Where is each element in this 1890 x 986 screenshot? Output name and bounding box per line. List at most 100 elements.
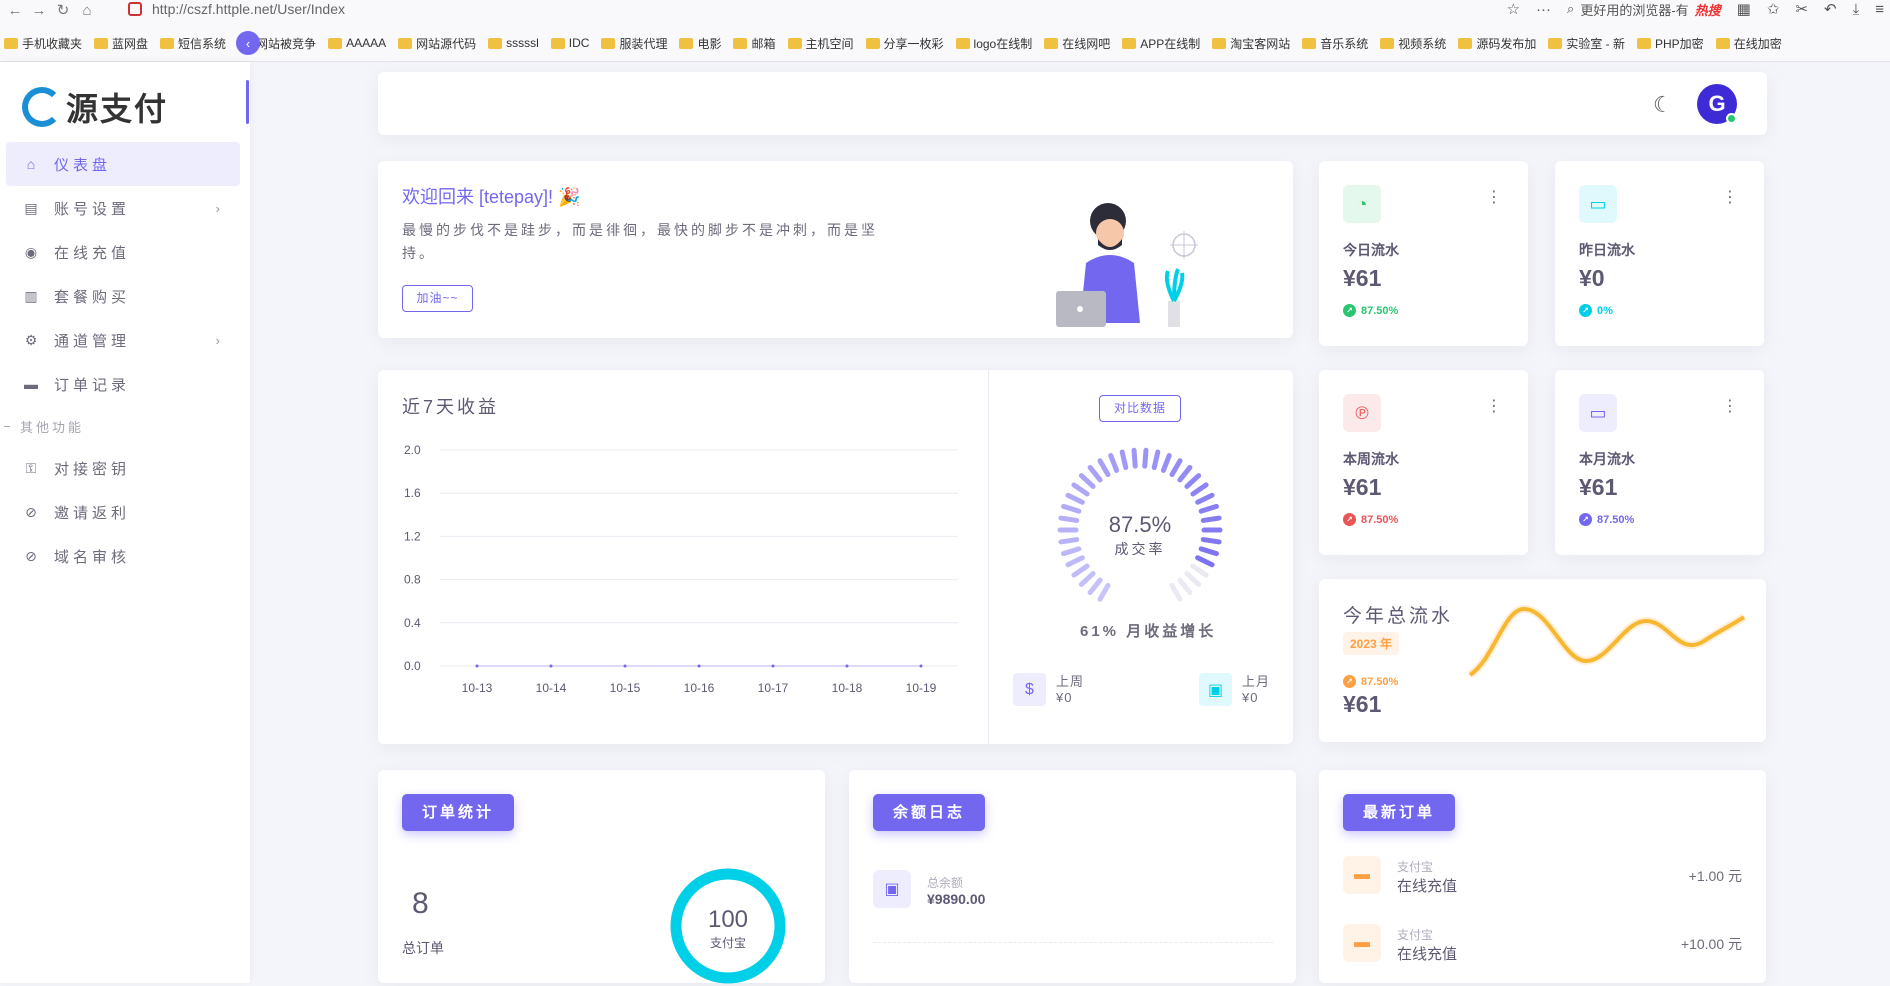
more-vertical-icon[interactable]: ⋮: [1722, 187, 1738, 207]
bookmark-item[interactable]: 手机收藏夹: [4, 35, 82, 52]
bookmark-item[interactable]: 实验室 - 新: [1548, 35, 1625, 52]
folder-icon: [94, 37, 109, 49]
camera-icon: ◉: [24, 243, 42, 260]
bookmark-item[interactable]: 视频系统: [1380, 35, 1446, 52]
bookmark-item[interactable]: APP在线制: [1122, 35, 1200, 52]
stat-label: 本周流水: [1343, 451, 1399, 467]
user-card-icon: ▤: [24, 199, 42, 216]
bookmark-item[interactable]: IDC: [550, 36, 589, 50]
cheer-button[interactable]: 加油~~: [402, 285, 473, 312]
download-icon[interactable]: ⤓: [1853, 1, 1860, 18]
sidebar-item[interactable]: ▬ 订单记录: [0, 362, 250, 406]
reload-icon[interactable]: ↻: [54, 1, 72, 19]
bookmark-item[interactable]: 电影: [679, 35, 721, 52]
bookmark-item[interactable]: 蓝网盘: [94, 35, 148, 52]
x-tick-label: 10-13: [462, 681, 493, 695]
back-icon[interactable]: ←: [6, 1, 24, 19]
browser-chrome: ← → ↻ ⌂ http://cszf.httple.net/User/Inde…: [0, 0, 1890, 62]
logo[interactable]: 源支付: [22, 84, 168, 130]
card-icon: ▬: [1343, 856, 1381, 894]
bookmark-item[interactable]: logo在线制: [955, 35, 1032, 52]
address-row: ← → ↻ ⌂ http://cszf.httple.net/User/Inde…: [0, 0, 1890, 20]
folder-icon: [865, 37, 880, 49]
order-amount: +10.00 元: [1680, 936, 1742, 952]
star-icon[interactable]: ☆: [1507, 0, 1520, 18]
folder-icon: [550, 37, 565, 49]
sidebar-item-label: 订单记录: [54, 376, 131, 394]
balance-value: ¥9890.00: [927, 891, 986, 907]
order-sub: 支付宝: [1397, 928, 1434, 942]
gauge-segment: [1142, 447, 1149, 469]
bookmark-item[interactable]: 在线加密: [1715, 35, 1782, 52]
stat-card: ◔ ⋮ 今日流水 ¥61 ↗ 87.50%: [1319, 161, 1528, 346]
forward-icon[interactable]: →: [30, 1, 48, 19]
gauge-segment: [1177, 464, 1193, 483]
link-icon: ⊘: [25, 503, 41, 520]
gauge-segment: [1058, 515, 1080, 523]
avatar[interactable]: G: [1697, 84, 1737, 124]
home-icon[interactable]: ⌂: [78, 1, 96, 19]
bookmark-item[interactable]: 淘宝客网站: [1212, 35, 1290, 52]
undo-icon[interactable]: ↶: [1824, 0, 1837, 18]
bookmark-item[interactable]: 网站源代码: [398, 35, 476, 52]
bookmark-item[interactable]: 服装代理: [601, 35, 667, 52]
favorites-icon[interactable]: ✩: [1767, 0, 1780, 18]
bookmark-label: PHP加密: [1655, 36, 1704, 51]
more-icon[interactable]: ···: [1536, 1, 1551, 18]
sidebar-item[interactable]: ⚙ 通道管理 ›: [0, 318, 250, 362]
stat-icon: ▭: [1579, 394, 1617, 432]
online-status-dot: [1726, 113, 1737, 124]
sidebar-item-label: 通道管理: [54, 332, 131, 350]
bookmark-item[interactable]: 源码发布加: [1458, 35, 1536, 52]
bookmark-item[interactable]: sssssl: [488, 36, 539, 50]
bookmark-item[interactable]: 短信系统: [160, 35, 226, 52]
menu-icon[interactable]: ≡: [1875, 1, 1884, 18]
sidebar-item[interactable]: ▤ 账号设置 ›: [0, 186, 250, 230]
bookmark-item[interactable]: 音乐系统: [1302, 35, 1368, 52]
order-stats-button[interactable]: 订单统计: [402, 794, 514, 831]
compare-data-button[interactable]: 对比数据: [1099, 395, 1181, 422]
bookmark-item[interactable]: AAAAA: [328, 36, 386, 50]
search-icon: ⌕: [1567, 1, 1575, 16]
more-vertical-icon[interactable]: ⋮: [1722, 396, 1738, 416]
sidebar-item[interactable]: ⊘ 邀请返利: [0, 490, 250, 534]
grid-icon[interactable]: ▦: [1737, 0, 1751, 18]
folder-icon: [787, 37, 802, 49]
year-value: ¥61: [1343, 691, 1382, 717]
order-count-label: 总订单: [402, 940, 444, 956]
x-tick-label: 10-14: [536, 681, 567, 695]
trend-icon: ↗: [1343, 304, 1356, 317]
more-vertical-icon[interactable]: ⋮: [1486, 187, 1502, 207]
gauge-segment: [1200, 515, 1222, 523]
bookmark-label: 音乐系统: [1320, 36, 1369, 51]
year-total-card: 今年总流水 2023 年 ↗ 87.50% ¥61: [1319, 579, 1766, 742]
gauge-segment: [1160, 453, 1172, 473]
browser-search[interactable]: ⌕ 更好用的浏览器-有 热搜: [1567, 0, 1721, 19]
bookmark-label: 视频系统: [1398, 36, 1447, 51]
bookmark-item[interactable]: PHP加密: [1637, 35, 1704, 52]
address-bar[interactable]: http://cszf.httple.net/User/Index: [128, 0, 1448, 18]
site-info-icon[interactable]: [128, 2, 142, 16]
bookmark-item[interactable]: 分享一枚彩: [865, 35, 944, 52]
sidebar-item[interactable]: ⊘ 域名审核: [0, 534, 250, 578]
sidebar-item[interactable]: ◉ 在线充值: [0, 230, 250, 274]
bookmark-item[interactable]: 主机空间: [787, 35, 854, 52]
collapse-sidebar-button[interactable]: ‹: [236, 31, 260, 55]
balance-log-button[interactable]: 余额日志: [873, 794, 985, 831]
last-week-value: ¥0: [1056, 689, 1073, 705]
url-text[interactable]: http://cszf.httple.net/User/Index: [152, 1, 345, 17]
key-icon: ⚿: [25, 459, 41, 476]
latest-orders-button[interactable]: 最新订单: [1343, 794, 1455, 831]
dark-mode-toggle-icon[interactable]: ☾: [1653, 92, 1673, 118]
party-icon: 🎉: [558, 187, 581, 207]
sidebar-item[interactable]: ⌂ 仪表盘: [6, 142, 240, 186]
more-vertical-icon[interactable]: ⋮: [1486, 396, 1502, 416]
donut-value: 100: [707, 906, 749, 933]
sidebar-item[interactable]: ▥ 套餐购买: [0, 274, 250, 318]
gauge-segment: [1151, 449, 1161, 471]
bookmark-item[interactable]: 在线网吧: [1044, 35, 1110, 52]
sidebar-item[interactable]: ⚿ 对接密钥: [0, 446, 250, 490]
bookmark-item[interactable]: 邮箱: [733, 35, 776, 52]
last-month-stat: ▣ 上月 ¥0: [1199, 673, 1270, 706]
scissors-icon[interactable]: ✂: [1795, 0, 1808, 18]
